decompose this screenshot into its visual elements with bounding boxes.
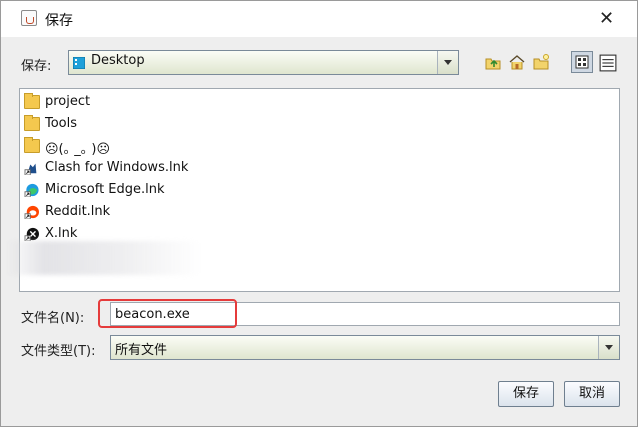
folder-icon: [24, 115, 40, 131]
chevron-down-icon[interactable]: [598, 336, 619, 359]
save-in-label: 保存:: [21, 59, 52, 74]
save-dialog: 保存 ✕ 保存: Desktop project Tools ☹(｡ _｡)☹…: [0, 0, 638, 427]
filetype-combo[interactable]: 所有文件: [110, 335, 620, 360]
list-item[interactable]: Reddit.lnk: [24, 202, 324, 222]
list-item[interactable]: Microsoft Edge.lnk: [24, 180, 324, 200]
file-name: Tools: [45, 116, 78, 131]
chevron-down-icon[interactable]: [437, 51, 458, 74]
file-name: ☹(｡ _｡ )☹: [45, 142, 111, 157]
file-name: Clash for Windows.lnk: [45, 160, 189, 175]
list-item[interactable]: Tools: [24, 114, 324, 134]
save-button[interactable]: 保存: [498, 381, 554, 407]
redaction-blur: [5, 241, 201, 275]
filename-field[interactable]: [110, 302, 620, 326]
list-item[interactable]: project: [24, 92, 324, 112]
clash-icon: [24, 163, 37, 175]
edge-icon: [24, 183, 39, 197]
list-item[interactable]: Clash for Windows.lnk: [24, 158, 324, 178]
new-folder-icon[interactable]: [532, 53, 550, 71]
home-icon[interactable]: [508, 53, 526, 71]
save-in-combo[interactable]: Desktop: [68, 50, 459, 75]
list-view-icon: [575, 55, 589, 69]
filetype-label: 文件类型(T):: [21, 344, 96, 359]
save-in-value: Desktop: [91, 53, 145, 68]
filename-input[interactable]: [111, 303, 619, 325]
desktop-icon: [73, 57, 85, 69]
filename-label: 文件名(N):: [21, 311, 85, 326]
close-icon[interactable]: ✕: [599, 10, 614, 28]
file-name: project: [45, 94, 91, 109]
window-title: 保存: [45, 13, 73, 29]
cancel-button[interactable]: 取消: [564, 381, 620, 407]
file-name: X.lnk: [45, 226, 78, 241]
list-item[interactable]: ☹(｡ _｡ )☹: [24, 136, 324, 157]
file-name: Reddit.lnk: [45, 204, 111, 219]
folder-icon: [24, 137, 40, 153]
title-bar: 保存 ✕: [1, 1, 637, 37]
x-icon: [24, 227, 39, 241]
file-name: Microsoft Edge.lnk: [45, 182, 165, 197]
list-view-button[interactable]: [571, 51, 593, 73]
filetype-value: 所有文件: [115, 343, 168, 358]
up-folder-icon[interactable]: [484, 53, 502, 71]
details-view-icon[interactable]: [599, 54, 617, 72]
reddit-icon: [24, 205, 39, 219]
folder-icon: [24, 93, 40, 109]
java-icon: [21, 10, 37, 26]
